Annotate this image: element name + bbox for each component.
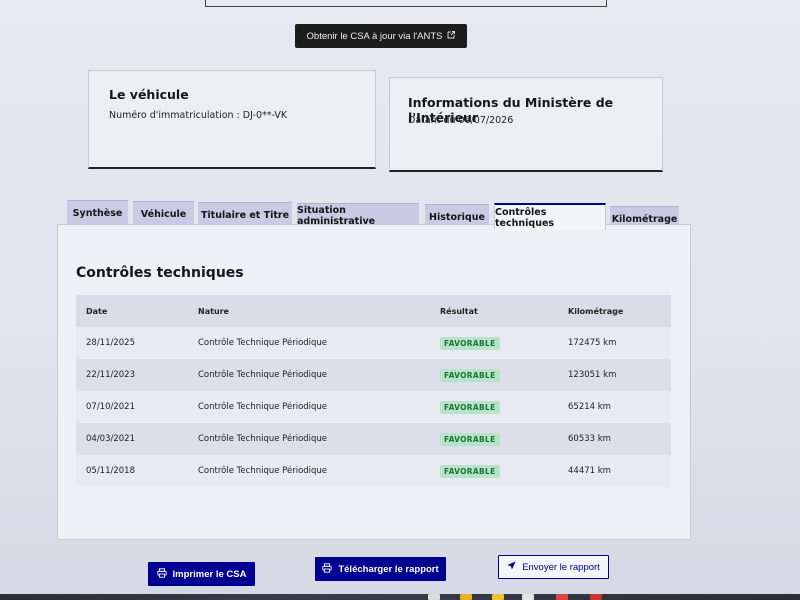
row-mileage: 123051 km — [568, 370, 617, 380]
row-mileage: 65214 km — [568, 402, 611, 412]
table-header: Date Nature Résultat Kilométrage — [76, 295, 671, 327]
download-report-button[interactable]: Télécharger le rapport — [315, 557, 446, 581]
row-nature: Contrôle Technique Périodique — [198, 338, 328, 348]
row-nature: Contrôle Technique Périodique — [198, 402, 328, 412]
technical-controls-table: Date Nature Résultat Kilométrage 28/11/2… — [76, 295, 671, 487]
table-row: 04/03/2021 Contrôle Technique Périodique… — [76, 423, 671, 455]
printer-icon — [322, 562, 332, 576]
taskbar-browser-icon[interactable] — [556, 594, 568, 600]
row-mileage: 44471 km — [568, 466, 611, 476]
tab-label: Titulaire et Titre — [200, 209, 290, 221]
row-date: 05/11/2018 — [86, 466, 135, 476]
row-date: 28/11/2025 — [86, 338, 135, 348]
obtain-csa-ants-button[interactable]: Obtenir le CSA à jour via l'ANTS — [295, 24, 467, 48]
tab-label: Historique — [429, 211, 485, 223]
tab-label: Synthèse — [72, 207, 123, 219]
row-nature: Contrôle Technique Périodique — [198, 466, 328, 476]
result-badge: FAVORABLE — [440, 464, 500, 478]
tab-label: Véhicule — [140, 208, 187, 220]
row-date: 22/11/2023 — [86, 370, 135, 380]
registration-number: Numéro d'immatriculation : DJ-0**-VK — [109, 110, 288, 121]
table-row: 28/11/2025 Contrôle Technique Périodique… — [76, 327, 671, 359]
os-taskbar — [0, 594, 800, 600]
tab-label: Contrôles techniques — [495, 206, 555, 229]
row-result: FAVORABLE — [430, 400, 556, 414]
result-badge: FAVORABLE — [440, 368, 500, 382]
vehicle-card: Le véhicule Numéro d'immatriculation : D… — [88, 70, 376, 169]
ants-button-label: Obtenir le CSA à jour via l'ANTS — [306, 30, 443, 42]
row-nature: Contrôle Technique Périodique — [198, 370, 328, 380]
row-date: 04/03/2021 — [86, 434, 135, 444]
panel-title: Contrôles techniques — [76, 265, 244, 281]
taskbar-app-icon[interactable] — [428, 594, 440, 600]
download-report-label: Télécharger le rapport — [338, 563, 439, 575]
taskbar-folder-icon[interactable] — [460, 594, 472, 600]
send-report-button[interactable]: Envoyer le rapport — [498, 555, 609, 579]
taskbar-app-icon[interactable] — [590, 594, 602, 600]
ministry-data-date: Datant du 06/07/2026 — [408, 115, 514, 126]
column-header-result: Résultat — [440, 306, 478, 316]
print-csa-button[interactable]: Imprimer le CSA — [148, 562, 255, 586]
table-row: 07/10/2021 Contrôle Technique Périodique… — [76, 391, 671, 423]
print-csa-label: Imprimer le CSA — [172, 568, 247, 580]
result-badge: FAVORABLE — [440, 432, 500, 446]
send-report-label: Envoyer le rapport — [522, 561, 600, 573]
row-mileage: 172475 km — [568, 338, 617, 348]
result-badge: FAVORABLE — [440, 400, 500, 414]
row-mileage: 60533 km — [568, 434, 611, 444]
taskbar-app-icon[interactable] — [522, 594, 534, 600]
tab-synthese[interactable]: Synthèse — [67, 200, 128, 225]
row-result: FAVORABLE — [430, 464, 556, 478]
tab-controles-techniques[interactable]: Contrôles techniques — [494, 203, 606, 230]
row-date: 07/10/2021 — [86, 402, 135, 412]
column-header-mileage: Kilométrage — [568, 306, 624, 316]
tab-label: Kilométrage — [611, 213, 678, 225]
printer-icon — [156, 567, 167, 581]
send-icon — [507, 561, 516, 573]
result-badge: FAVORABLE — [440, 336, 500, 350]
row-result: FAVORABLE — [430, 336, 556, 350]
column-header-nature: Nature — [198, 306, 229, 316]
tab-vehicule[interactable]: Véhicule — [133, 201, 194, 226]
vehicle-card-title: Le véhicule — [109, 87, 189, 102]
row-result: FAVORABLE — [430, 368, 556, 382]
top-section-frame — [205, 0, 607, 7]
table-row: 22/11/2023 Contrôle Technique Périodique… — [76, 359, 671, 391]
external-link-icon — [447, 31, 456, 41]
row-nature: Contrôle Technique Périodique — [198, 434, 328, 444]
row-result: FAVORABLE — [430, 432, 556, 446]
ministry-card: Informations du Ministère de l'Intérieur… — [389, 77, 663, 172]
taskbar-files-icon[interactable] — [492, 594, 504, 600]
column-header-date: Date — [86, 306, 108, 316]
table-row: 05/11/2018 Contrôle Technique Périodique… — [76, 455, 671, 487]
